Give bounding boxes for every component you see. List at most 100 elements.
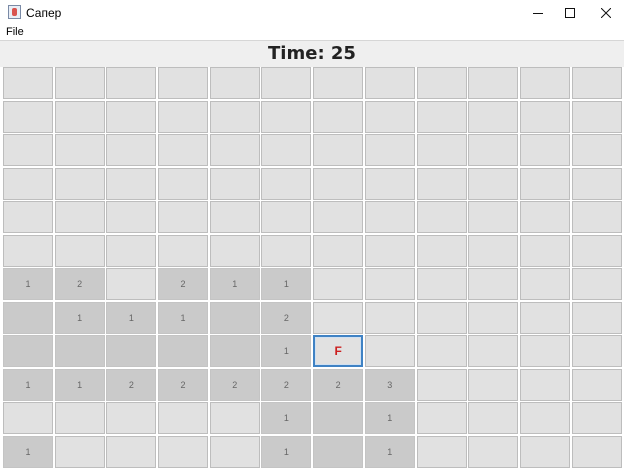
mine-cell[interactable] [158, 167, 209, 200]
mine-cell[interactable] [571, 167, 622, 200]
mine-cell[interactable] [158, 234, 209, 267]
mine-cell[interactable] [416, 435, 467, 468]
mine-cell[interactable] [571, 134, 622, 166]
mine-cell[interactable] [519, 435, 570, 468]
mine-cell[interactable] [54, 435, 105, 468]
mine-cell[interactable] [468, 67, 519, 99]
mine-cell[interactable] [3, 201, 53, 233]
mine-cell[interactable] [571, 335, 622, 367]
mine-cell[interactable] [313, 67, 364, 99]
mine-cell[interactable] [54, 201, 105, 233]
mine-cell[interactable] [364, 301, 415, 334]
mine-cell[interactable] [571, 268, 622, 300]
mine-cell[interactable] [416, 335, 467, 367]
mine-cell[interactable] [158, 134, 209, 166]
mine-cell[interactable] [313, 100, 364, 133]
mine-cell[interactable] [3, 402, 53, 434]
mine-cell[interactable] [106, 268, 157, 300]
mine-cell[interactable] [106, 67, 157, 99]
flagged-cell[interactable]: F [313, 335, 364, 367]
mine-cell[interactable] [468, 335, 519, 367]
mine-cell[interactable] [571, 402, 622, 434]
mine-cell[interactable] [209, 167, 260, 200]
mine-cell[interactable] [106, 234, 157, 267]
mine-cell[interactable] [209, 201, 260, 233]
mine-cell[interactable] [313, 268, 364, 300]
mine-cell[interactable] [158, 67, 209, 99]
mine-cell[interactable] [106, 201, 157, 233]
mine-cell[interactable] [468, 100, 519, 133]
mine-cell[interactable] [158, 402, 209, 434]
mine-cell[interactable] [364, 201, 415, 233]
mine-cell[interactable] [519, 368, 570, 401]
mine-cell[interactable] [519, 134, 570, 166]
mine-cell[interactable] [416, 368, 467, 401]
mine-cell[interactable] [3, 67, 53, 99]
mine-cell[interactable] [106, 100, 157, 133]
mine-cell[interactable] [364, 234, 415, 267]
menu-file[interactable]: File [6, 26, 24, 38]
mine-cell[interactable] [571, 301, 622, 334]
mine-cell[interactable] [416, 67, 467, 99]
mine-cell[interactable] [519, 167, 570, 200]
mine-cell[interactable] [313, 234, 364, 267]
mine-cell[interactable] [519, 402, 570, 434]
mine-cell[interactable] [106, 134, 157, 166]
minimize-button[interactable] [521, 0, 555, 25]
mine-cell[interactable] [519, 301, 570, 334]
mine-cell[interactable] [313, 167, 364, 200]
mine-cell[interactable] [416, 201, 467, 233]
mine-cell[interactable] [54, 134, 105, 166]
mine-cell[interactable] [519, 335, 570, 367]
mine-cell[interactable] [571, 100, 622, 133]
mine-cell[interactable] [209, 134, 260, 166]
mine-cell[interactable] [519, 67, 570, 99]
mine-cell[interactable] [571, 368, 622, 401]
mine-cell[interactable] [54, 402, 105, 434]
mine-cell[interactable] [261, 234, 312, 267]
mine-cell[interactable] [261, 134, 312, 166]
mine-cell[interactable] [3, 234, 53, 267]
mine-cell[interactable] [106, 435, 157, 468]
mine-cell[interactable] [364, 100, 415, 133]
mine-cell[interactable] [364, 134, 415, 166]
mine-cell[interactable] [416, 100, 467, 133]
mine-cell[interactable] [416, 268, 467, 300]
mine-cell[interactable] [468, 402, 519, 434]
mine-cell[interactable] [468, 301, 519, 334]
mine-cell[interactable] [468, 201, 519, 233]
mine-cell[interactable] [416, 301, 467, 334]
mine-cell[interactable] [54, 234, 105, 267]
mine-cell[interactable] [209, 234, 260, 267]
mine-cell[interactable] [468, 234, 519, 267]
mine-cell[interactable] [468, 435, 519, 468]
mine-cell[interactable] [416, 402, 467, 434]
mine-cell[interactable] [261, 167, 312, 200]
mine-cell[interactable] [519, 234, 570, 267]
mine-cell[interactable] [364, 268, 415, 300]
mine-cell[interactable] [261, 67, 312, 99]
mine-cell[interactable] [313, 201, 364, 233]
mine-cell[interactable] [571, 234, 622, 267]
mine-cell[interactable] [364, 335, 415, 367]
mine-cell[interactable] [3, 100, 53, 133]
mine-cell[interactable] [106, 402, 157, 434]
mine-cell[interactable] [3, 134, 53, 166]
mine-cell[interactable] [209, 402, 260, 434]
mine-cell[interactable] [209, 435, 260, 468]
mine-cell[interactable] [54, 167, 105, 200]
mine-cell[interactable] [364, 167, 415, 200]
mine-cell[interactable] [261, 201, 312, 233]
mine-cell[interactable] [416, 134, 467, 166]
mine-cell[interactable] [364, 67, 415, 99]
close-button[interactable] [589, 0, 623, 25]
mine-cell[interactable] [571, 201, 622, 233]
mine-cell[interactable] [519, 201, 570, 233]
mine-cell[interactable] [54, 100, 105, 133]
mine-cell[interactable] [158, 100, 209, 133]
mine-cell[interactable] [468, 134, 519, 166]
maximize-button[interactable] [553, 0, 587, 25]
mine-cell[interactable] [519, 100, 570, 133]
mine-cell[interactable] [416, 234, 467, 267]
mine-cell[interactable] [106, 167, 157, 200]
